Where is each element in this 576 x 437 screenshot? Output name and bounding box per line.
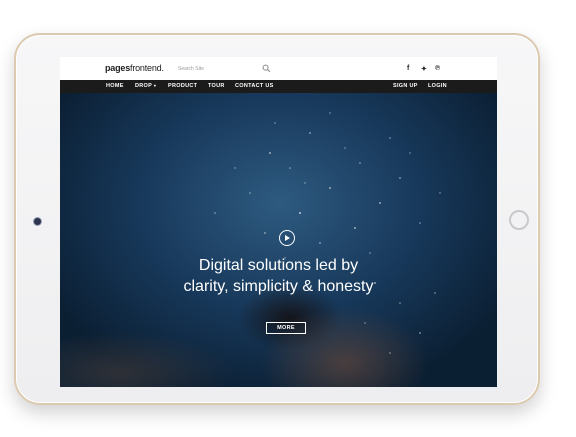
- more-button[interactable]: MORE: [266, 322, 306, 334]
- hero-section: Digital solutions led by clarity, simpli…: [60, 93, 497, 387]
- hero-headline: Digital solutions led by clarity, simpli…: [60, 255, 497, 297]
- nav-item-login[interactable]: LOGIN: [428, 83, 447, 89]
- twitter-icon[interactable]: ✦: [421, 65, 427, 73]
- chevron-down-icon: ▾: [153, 83, 157, 88]
- nav-item-signup[interactable]: SIGN UP: [393, 83, 418, 89]
- search-box[interactable]: Search Site: [178, 64, 274, 75]
- play-icon[interactable]: [279, 230, 295, 246]
- home-button[interactable]: [509, 210, 529, 230]
- nav-item-contact[interactable]: CONTACT US: [235, 83, 274, 89]
- nav-item-drop[interactable]: DROP ▾: [135, 83, 156, 89]
- search-icon[interactable]: [262, 64, 271, 73]
- search-input[interactable]: Search Site: [178, 66, 204, 72]
- nav-item-product[interactable]: PRODUCT: [168, 83, 197, 89]
- logo-bold-text: pages: [105, 63, 131, 73]
- pinterest-icon[interactable]: ℗: [435, 65, 440, 72]
- facebook-icon[interactable]: f: [407, 65, 409, 72]
- hero-headline-line1: Digital solutions led by: [198, 257, 359, 274]
- nav-item-home[interactable]: HOME: [106, 83, 124, 89]
- site-header: pagesfrontend. Search Site f ✦ ℗: [60, 57, 497, 80]
- nav-item-tour[interactable]: TOUR: [208, 83, 225, 89]
- site-logo[interactable]: pagesfrontend.: [105, 63, 164, 73]
- tablet-device: pagesfrontend. Search Site f ✦ ℗ HOME DR…: [14, 33, 540, 405]
- hero-headline-line2: clarity, simplicity & honesty: [183, 278, 374, 295]
- camera-icon: [34, 218, 41, 225]
- main-nav: HOME DROP ▾ PRODUCT TOUR CONTACT US SIGN…: [60, 80, 497, 93]
- logo-rest-text: frontend.: [130, 63, 164, 73]
- tablet-screen: pagesfrontend. Search Site f ✦ ℗ HOME DR…: [60, 57, 497, 387]
- nav-item-drop-label: DROP: [135, 83, 152, 89]
